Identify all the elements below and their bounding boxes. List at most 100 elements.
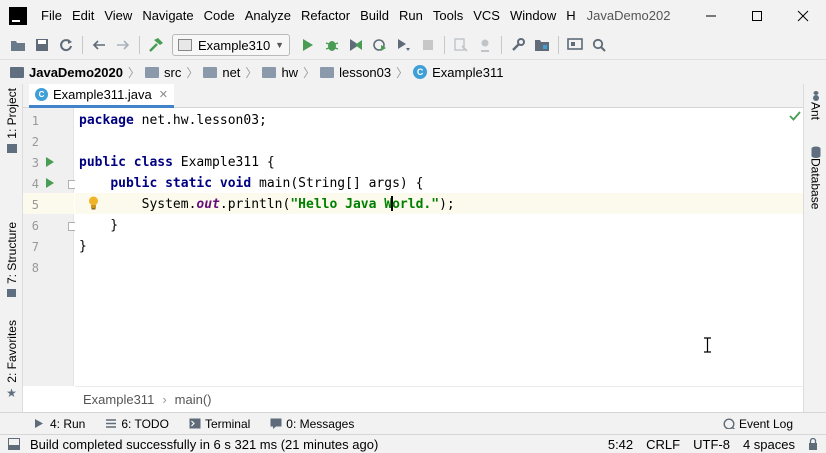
ant-tool-tab[interactable]: Ant bbox=[805, 90, 826, 120]
database-tool-tab[interactable]: Database bbox=[805, 146, 826, 209]
menu-analyze[interactable]: Analyze bbox=[240, 0, 296, 31]
search-icon bbox=[592, 38, 606, 52]
menu-tools[interactable]: Tools bbox=[428, 0, 468, 31]
run-main-gutter-icon[interactable] bbox=[46, 178, 54, 188]
menu-run[interactable]: Run bbox=[394, 0, 428, 31]
lock-icon[interactable] bbox=[808, 438, 818, 450]
editor-tab-label: Example311.java bbox=[53, 87, 152, 102]
search-everywhere-button[interactable] bbox=[587, 33, 611, 57]
synchronize-button[interactable] bbox=[54, 33, 78, 57]
editor-crumb-class[interactable]: Example311 bbox=[83, 392, 154, 407]
presentation-mode-button[interactable] bbox=[563, 33, 587, 57]
open-folder-icon bbox=[11, 41, 25, 51]
vcs-commit-button[interactable] bbox=[473, 33, 497, 57]
code-text: System. bbox=[79, 197, 197, 212]
maximize-button[interactable] bbox=[734, 0, 780, 31]
menu-edit[interactable]: Edit bbox=[67, 0, 99, 31]
crumb-net[interactable]: net bbox=[203, 65, 240, 80]
forward-button[interactable] bbox=[111, 33, 135, 57]
back-button[interactable] bbox=[87, 33, 111, 57]
status-message[interactable]: Build completed successfully in 6 s 321 … bbox=[30, 437, 378, 452]
structure-tab-label: 7: Structure bbox=[4, 222, 19, 285]
caret-position[interactable]: 5:42 bbox=[608, 437, 633, 452]
crumb-project[interactable]: JavaDemo2020 bbox=[10, 65, 123, 80]
settings-button[interactable] bbox=[506, 33, 530, 57]
code-line-4: public static void main(String[] args) { bbox=[79, 173, 423, 194]
java-class-icon: C bbox=[35, 88, 48, 101]
chevron-right-icon: 〉 bbox=[186, 65, 199, 80]
crumb-src[interactable]: src bbox=[144, 65, 181, 80]
line-number: 8 bbox=[31, 261, 39, 275]
menu-code[interactable]: Code bbox=[199, 0, 240, 31]
menu-build[interactable]: Build bbox=[355, 0, 394, 31]
save-all-button[interactable] bbox=[30, 33, 54, 57]
line-number: 1 bbox=[31, 114, 39, 128]
crumb-lesson03[interactable]: lesson03 bbox=[320, 65, 391, 80]
run-tab-label: 4: Run bbox=[50, 416, 86, 431]
minimize-button[interactable] bbox=[688, 0, 734, 31]
terminal-tab-label: Terminal bbox=[204, 416, 251, 431]
debug-button[interactable] bbox=[320, 33, 344, 57]
messages-icon bbox=[270, 418, 282, 429]
project-structure-button[interactable] bbox=[530, 33, 554, 57]
todo-list-icon bbox=[106, 419, 117, 428]
editor-tab-example311[interactable]: C Example311.java ✕ bbox=[29, 84, 174, 108]
package-folder-icon bbox=[262, 66, 277, 78]
profiler-icon bbox=[373, 39, 386, 51]
menu-help[interactable]: H bbox=[561, 0, 580, 31]
menu-navigate[interactable]: Navigate bbox=[137, 0, 198, 31]
close-tab-icon[interactable]: ✕ bbox=[159, 88, 168, 101]
window-title: JavaDemo202 bbox=[586, 8, 671, 23]
run-button[interactable] bbox=[296, 33, 320, 57]
tool-windows-toggle-icon[interactable] bbox=[8, 438, 20, 450]
line-number: 2 bbox=[31, 135, 39, 149]
module-folder-icon bbox=[10, 66, 24, 78]
todo-tool-tab[interactable]: 6: TODO bbox=[105, 417, 169, 431]
line-separator[interactable]: CRLF bbox=[646, 437, 680, 452]
chevron-right-icon: 〉 bbox=[303, 65, 316, 80]
open-button[interactable] bbox=[6, 33, 30, 57]
favorites-tool-tab[interactable]: 2: Favorites ★ bbox=[1, 320, 22, 400]
terminal-icon bbox=[189, 418, 201, 429]
run-with-coverage-button[interactable] bbox=[344, 33, 368, 57]
intellij-logo-icon bbox=[9, 6, 27, 25]
terminal-tool-tab[interactable]: Terminal bbox=[189, 417, 250, 431]
run-tool-tab[interactable]: 4: Run bbox=[34, 417, 85, 431]
database-icon bbox=[811, 146, 820, 158]
vcs-update-button[interactable] bbox=[449, 33, 473, 57]
messages-tool-tab[interactable]: 0: Messages bbox=[270, 417, 354, 431]
menu-view[interactable]: View bbox=[99, 0, 137, 31]
run-class-gutter-icon[interactable] bbox=[46, 157, 54, 167]
line-number: 4 bbox=[31, 177, 39, 191]
menu-vcs[interactable]: VCS bbox=[468, 0, 505, 31]
code-text: ); bbox=[439, 197, 455, 212]
ant-icon bbox=[812, 91, 819, 101]
menu-file[interactable]: File bbox=[36, 0, 67, 31]
file-encoding[interactable]: UTF-8 bbox=[693, 437, 730, 452]
stop-button[interactable] bbox=[416, 33, 440, 57]
bottom-tool-window-bar: 4: Run 6: TODO Terminal 0: Messages Even… bbox=[0, 412, 826, 434]
project-tool-tab[interactable]: 1: Project bbox=[1, 88, 22, 153]
run-configuration-select[interactable]: Example310 ▼ bbox=[172, 34, 290, 56]
menu-window[interactable]: Window bbox=[505, 0, 561, 31]
status-bar: Build completed successfully in 6 s 321 … bbox=[0, 434, 826, 453]
indent-setting[interactable]: 4 spaces bbox=[743, 437, 795, 452]
profile-button[interactable] bbox=[368, 33, 392, 57]
crumb-hw[interactable]: hw bbox=[262, 65, 298, 80]
inspection-ok-icon[interactable] bbox=[789, 111, 801, 121]
structure-tool-tab[interactable]: 7: Structure bbox=[1, 222, 22, 298]
code-editor[interactable] bbox=[75, 108, 803, 386]
crumb-label: Example311 bbox=[432, 64, 504, 80]
crumb-class[interactable]: C Example311 bbox=[413, 65, 503, 80]
editor-crumb-method[interactable]: main() bbox=[175, 392, 212, 407]
toolbar-separator bbox=[444, 36, 445, 54]
menu-refactor[interactable]: Refactor bbox=[296, 0, 355, 31]
maximize-icon bbox=[752, 10, 762, 21]
favorites-tab-label: 2: Favorites bbox=[4, 320, 19, 383]
build-project-button[interactable] bbox=[144, 33, 168, 57]
run-dropdown-button[interactable] bbox=[392, 33, 416, 57]
close-window-button[interactable] bbox=[780, 0, 826, 31]
code-text: Example311 { bbox=[172, 155, 275, 170]
event-log-tool-tab[interactable]: Event Log bbox=[723, 417, 793, 431]
code-static-field: out bbox=[196, 197, 220, 212]
